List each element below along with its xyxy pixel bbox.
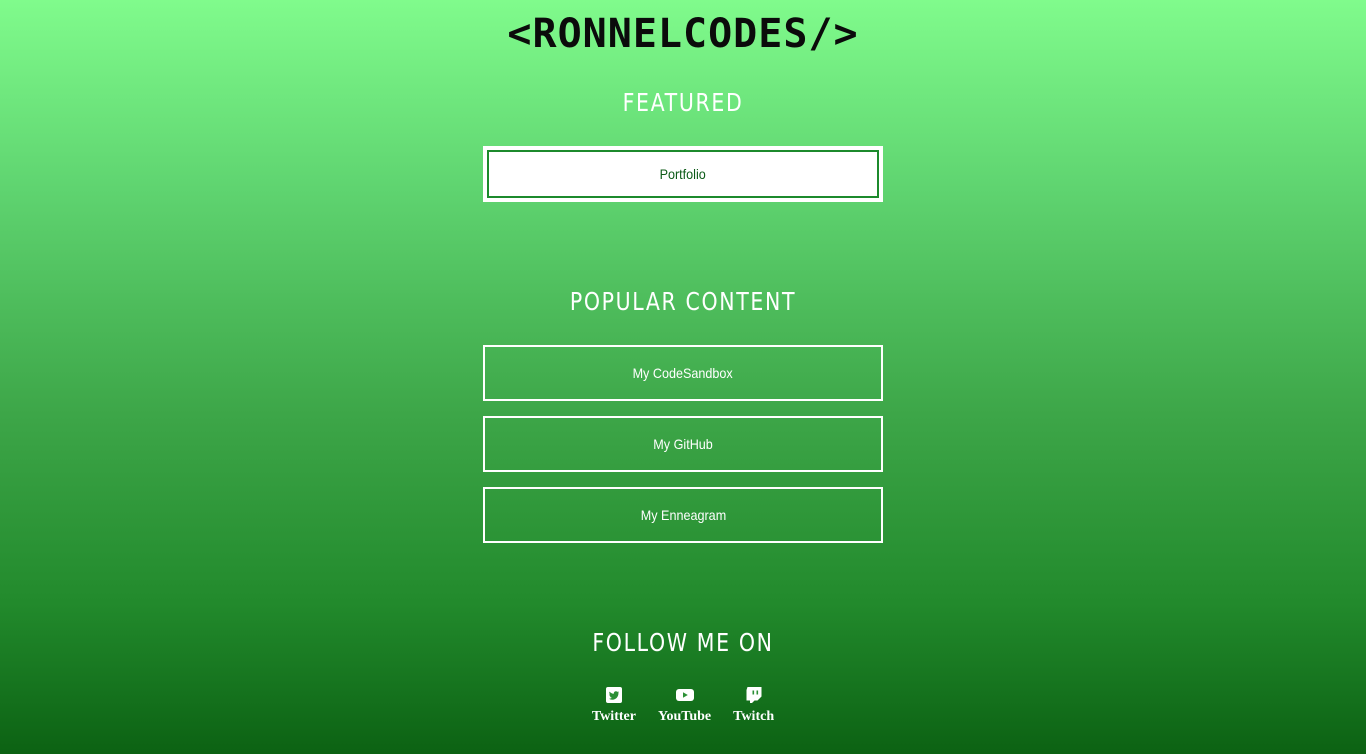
portfolio-link-button[interactable]: Portfolio: [483, 146, 883, 202]
twitter-icon: [605, 687, 622, 703]
youtube-label: YouTube: [657, 709, 712, 724]
youtube-link[interactable]: YouTube: [658, 686, 711, 725]
codesandbox-link-button[interactable]: My CodeSandbox: [483, 345, 883, 401]
twitter-label: Twitter: [591, 709, 636, 724]
social-links: Twitter YouTube Twitch: [0, 686, 1366, 725]
follow-me-heading: FOLLOW ME ON: [592, 628, 774, 657]
twitch-label: Twitch: [733, 709, 775, 724]
codesandbox-link-label: My CodeSandbox: [632, 365, 734, 381]
twitter-link[interactable]: Twitter: [592, 686, 636, 725]
youtube-icon: [675, 689, 694, 701]
site-logo[interactable]: <RONNELCODES/>: [0, 10, 1366, 58]
featured-heading: FEATURED: [622, 88, 744, 117]
twitch-icon: [746, 687, 762, 703]
popular-content-heading: POPULAR CONTENT: [569, 287, 797, 316]
portfolio-link-label: Portfolio: [659, 166, 707, 182]
twitch-link[interactable]: Twitch: [733, 686, 774, 725]
github-link-button[interactable]: My GitHub: [483, 416, 883, 472]
github-link-label: My GitHub: [653, 436, 713, 452]
enneagram-link-button[interactable]: My Enneagram: [483, 487, 883, 543]
enneagram-link-label: My Enneagram: [640, 507, 726, 523]
